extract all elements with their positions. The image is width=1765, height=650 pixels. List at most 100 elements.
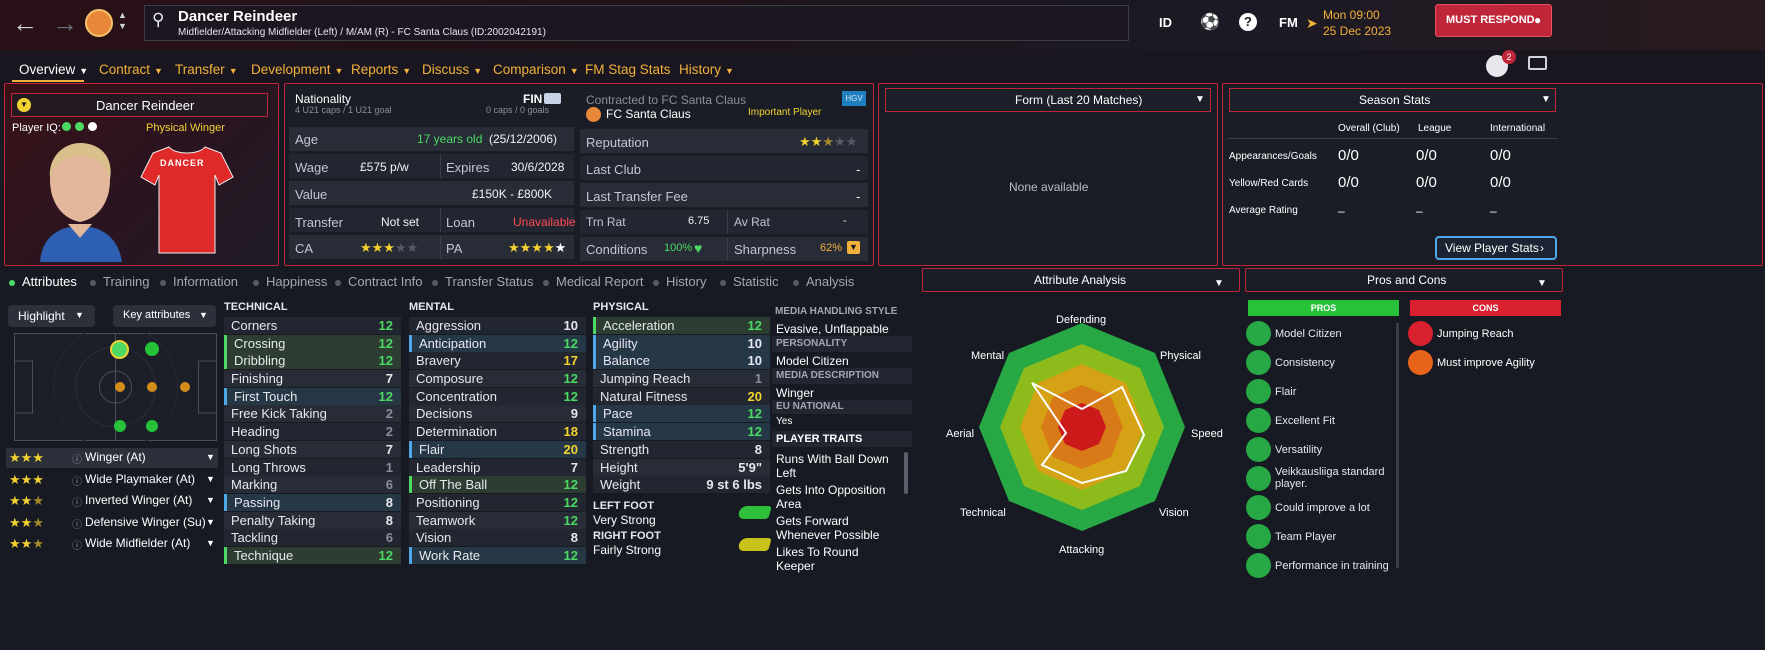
trait-item: Gets Forward Whenever Possible: [776, 514, 880, 542]
chevron-down-icon[interactable]: ▼: [206, 474, 215, 484]
nav-transfer[interactable]: Transfer ▼: [175, 62, 238, 77]
trophy-icon[interactable]: ⚽: [1200, 12, 1220, 32]
attr-row: Vision 8: [409, 529, 586, 546]
chevron-down-icon: ▼: [199, 310, 208, 320]
eu-value: Yes: [776, 416, 793, 427]
nav-discuss[interactable]: Discuss ▼: [422, 62, 482, 77]
nav-history[interactable]: History ▼: [679, 62, 734, 77]
attr-row: Positioning 12: [409, 494, 586, 511]
transfer-label: Transfer: [295, 215, 343, 230]
monitor-icon[interactable]: [1528, 56, 1547, 70]
sharpness-icon: ▼: [847, 241, 860, 254]
role-icon: ▼: [17, 98, 31, 112]
tab-analysis[interactable]: Analysis: [793, 274, 854, 289]
nav-stag-stats[interactable]: FM Stag Stats: [585, 62, 671, 77]
club-crest-icon[interactable]: [85, 9, 113, 37]
tab-history[interactable]: History: [653, 274, 706, 289]
crest-switch-icon[interactable]: ▲ ▼: [118, 10, 127, 32]
nav-reports[interactable]: Reports ▼: [351, 62, 411, 77]
nav-development[interactable]: Development ▼: [251, 62, 343, 77]
iq-dot-icon: [62, 122, 71, 131]
chevron-down-icon[interactable]: ▼: [206, 538, 215, 548]
star-icon: [1246, 466, 1271, 491]
role-stars-icon: ★★★: [9, 450, 44, 465]
loan-value: Unavailable: [513, 215, 576, 229]
attr-row: Decisions 9: [409, 405, 586, 422]
conditions-label: Conditions: [586, 242, 648, 257]
personality-label: PERSONALITY: [776, 338, 848, 349]
expires-label: Expires: [446, 160, 490, 175]
tab-statistic[interactable]: Statistic: [720, 274, 779, 289]
axis-label: Mental: [971, 350, 1005, 362]
continue-arrow-icon[interactable]: ➤: [1306, 15, 1318, 32]
consistency-icon: [1246, 350, 1271, 375]
technical-title: TECHNICAL: [224, 301, 288, 313]
attr-row: Determination 18: [409, 423, 586, 440]
tab-information[interactable]: Information: [160, 274, 238, 289]
expires-value: 30/6/2028: [511, 160, 565, 174]
u21-line: 4 U21 caps / 1 U21 goal: [295, 105, 392, 115]
club-name[interactable]: FC Santa Claus: [606, 107, 691, 121]
highlight-label: Highlight: [18, 309, 65, 323]
attr-row: Finishing 7: [224, 370, 401, 387]
season-col-overall: Overall (Club): [1338, 123, 1400, 134]
nav-comparison[interactable]: Comparison ▼: [493, 62, 579, 77]
age-value: 17 years old: [417, 132, 483, 146]
iq-dot-icon: [75, 122, 84, 131]
info-icon: ⓘ: [72, 477, 82, 488]
attr-row: Bravery 17: [409, 352, 586, 369]
pros-item: Veikkausliiga standard player.: [1275, 466, 1385, 490]
attr-row: Off The Ball 12: [409, 476, 586, 493]
role-name[interactable]: Inverted Winger (At): [85, 493, 192, 507]
av-rat-value: -: [843, 215, 847, 227]
info-icon: ⓘ: [72, 498, 82, 509]
tab-medical-report[interactable]: Medical Report: [543, 274, 643, 289]
ca-stars-icon: ★★★★★: [360, 240, 419, 255]
tab-attributes[interactable]: Attributes: [9, 274, 77, 289]
hgv-badge: HGV: [842, 91, 866, 106]
pros-item: Model Citizen: [1275, 328, 1342, 340]
nav-overview[interactable]: Overview ▼: [19, 62, 88, 77]
right-foot-value: Fairly Strong: [593, 543, 662, 557]
id-button[interactable]: ID: [1159, 15, 1172, 30]
traits-scrollbar[interactable]: [904, 452, 908, 494]
attr-row: Stamina 12: [593, 423, 770, 440]
help-icon[interactable]: ?: [1239, 13, 1257, 31]
pros-scrollbar[interactable]: [1396, 323, 1399, 568]
reputation-label: Reputation: [586, 135, 649, 150]
attr-row: Marking 6: [224, 476, 401, 493]
axis-label: Technical: [960, 507, 1006, 519]
divider: [727, 237, 728, 261]
chevron-down-icon[interactable]: ▼: [206, 495, 215, 505]
fm-button[interactable]: FM: [1279, 15, 1298, 30]
notification-badge: 2: [1502, 50, 1516, 64]
attr-row: Tackling 6: [224, 529, 401, 546]
role-name[interactable]: Wide Playmaker (At): [85, 472, 195, 486]
chevron-down-icon[interactable]: ▼: [206, 517, 215, 527]
attr-row: Technique 12: [224, 547, 401, 564]
pros-item: Team Player: [1275, 531, 1337, 543]
training-icon: [1246, 553, 1271, 578]
tab-training[interactable]: Training: [90, 274, 149, 289]
role-name[interactable]: Wide Midfielder (At): [85, 536, 190, 550]
tab-transfer-status[interactable]: Transfer Status: [432, 274, 533, 289]
season-cell: –: [1338, 204, 1345, 218]
player-face-image: [40, 142, 122, 262]
chevron-down-icon: ▼: [1214, 278, 1224, 289]
wage-label: Wage: [295, 160, 329, 175]
sharpness-label: Sharpness: [734, 242, 797, 257]
role-name[interactable]: Defensive Winger (Su): [85, 515, 206, 529]
forward-arrow-icon[interactable]: →: [52, 10, 78, 36]
model-citizen-icon: [1246, 321, 1271, 346]
tab-contract-info[interactable]: Contract Info: [335, 274, 422, 289]
contracted-to: Contracted to FC Santa Claus: [586, 93, 747, 107]
back-arrow-icon[interactable]: ←: [12, 10, 38, 36]
nav-contract[interactable]: Contract ▼: [99, 62, 163, 77]
season-col-league: League: [1418, 123, 1452, 134]
key-attributes-label: Key attributes: [123, 309, 191, 321]
season-title: Season Stats: [1359, 93, 1431, 107]
attribute-radar-chart: [979, 323, 1185, 531]
tab-happiness[interactable]: Happiness: [253, 274, 327, 289]
shirt-name: DANCER: [160, 158, 205, 168]
proscons-title: Pros and Cons: [1367, 273, 1447, 287]
